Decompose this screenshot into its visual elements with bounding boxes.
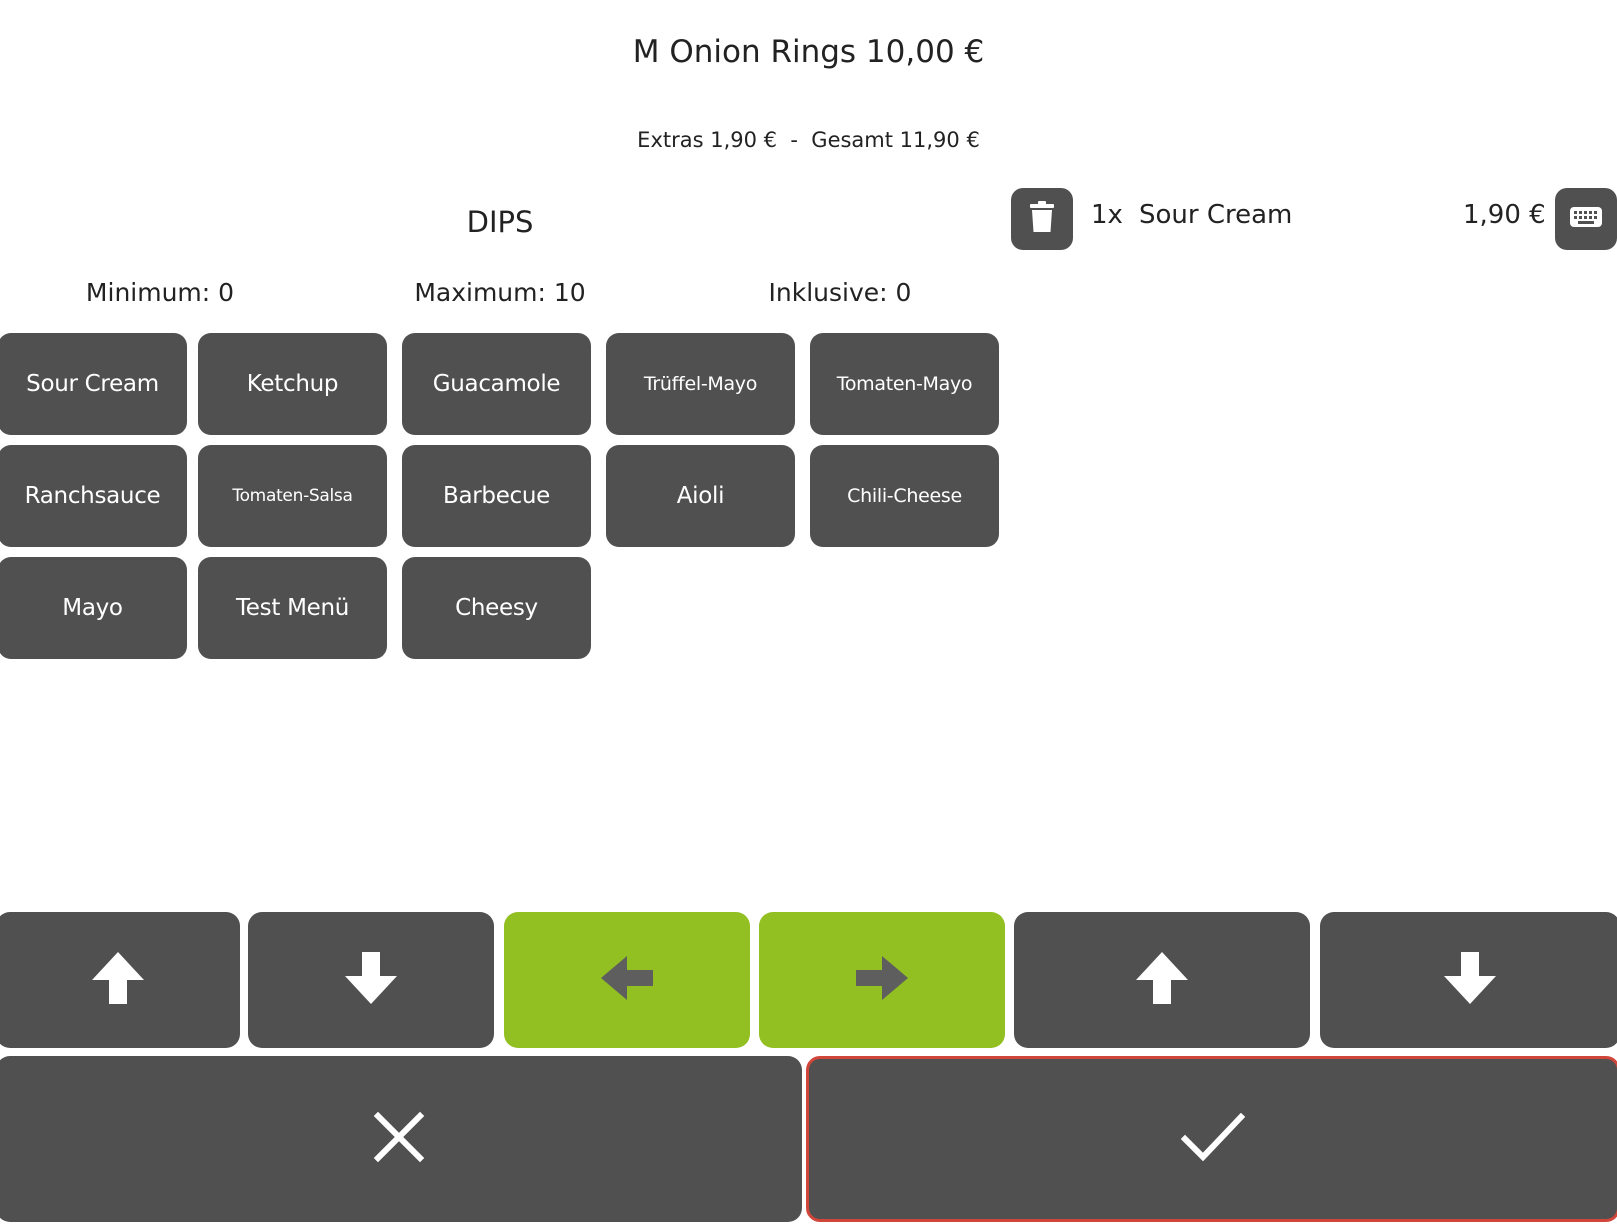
scroll-up-button[interactable] <box>0 912 240 1048</box>
group-title: DIPS <box>466 205 534 239</box>
arrow-down-icon <box>343 950 399 1010</box>
selected-item-qty: 1x <box>1091 200 1123 230</box>
confirm-button[interactable] <box>806 1056 1617 1222</box>
arrow-left-icon <box>599 954 655 1006</box>
selection-scroll-down-button[interactable] <box>1320 912 1617 1048</box>
check-icon <box>1180 1112 1246 1165</box>
keyboard-button[interactable] <box>1555 188 1617 250</box>
dip-button-ketchup[interactable]: Ketchup <box>198 333 387 435</box>
arrow-up-icon <box>1134 950 1190 1010</box>
dip-button-tomaten-mayo[interactable]: Tomaten-Mayo <box>810 333 999 435</box>
trash-icon <box>1029 201 1055 237</box>
arrow-down-icon <box>1442 950 1498 1010</box>
dip-button-aioli[interactable]: Aioli <box>606 445 795 547</box>
inclusive-label: Inklusive: 0 <box>768 278 912 307</box>
selection-scroll-up-button[interactable] <box>1014 912 1310 1048</box>
dip-button-mayo[interactable]: Mayo <box>0 557 187 659</box>
delete-button[interactable] <box>1011 188 1073 250</box>
selected-item-row: 1x Sour Cream 1,90 € <box>1011 188 1617 250</box>
dip-button-tomaten-salsa[interactable]: Tomaten-Salsa <box>198 445 387 547</box>
arrow-right-icon <box>854 954 910 1006</box>
dip-button-chili-cheese[interactable]: Chili-Cheese <box>810 445 999 547</box>
scroll-down-button[interactable] <box>248 912 494 1048</box>
dip-button-ranchsauce[interactable]: Ranchsauce <box>0 445 187 547</box>
dip-button-test-menu[interactable]: Test Menü <box>198 557 387 659</box>
keyboard-icon <box>1569 206 1603 232</box>
dip-button-trueffel-mayo[interactable]: Trüffel-Mayo <box>606 333 795 435</box>
next-group-button[interactable] <box>759 912 1005 1048</box>
totals-summary: Extras 1,90 € - Gesamt 11,90 € <box>637 128 980 152</box>
cancel-button[interactable] <box>0 1056 802 1222</box>
dip-button-barbecue[interactable]: Barbecue <box>402 445 591 547</box>
dip-button-sour-cream[interactable]: Sour Cream <box>0 333 187 435</box>
arrow-up-icon <box>90 950 146 1010</box>
selected-item-price: 1,90 € <box>1463 200 1546 230</box>
maximum-label: Maximum: 10 <box>414 278 586 307</box>
product-title: M Onion Rings 10,00 € <box>632 34 985 70</box>
dip-button-guacamole[interactable]: Guacamole <box>402 333 591 435</box>
dip-button-cheesy[interactable]: Cheesy <box>402 557 591 659</box>
close-icon <box>373 1111 425 1167</box>
previous-group-button[interactable] <box>504 912 750 1048</box>
selected-item-name: Sour Cream <box>1139 200 1293 230</box>
minimum-label: Minimum: 0 <box>85 278 235 307</box>
modifier-dialog: M Onion Rings 10,00 € Extras 1,90 € - Ge… <box>0 0 1617 1226</box>
